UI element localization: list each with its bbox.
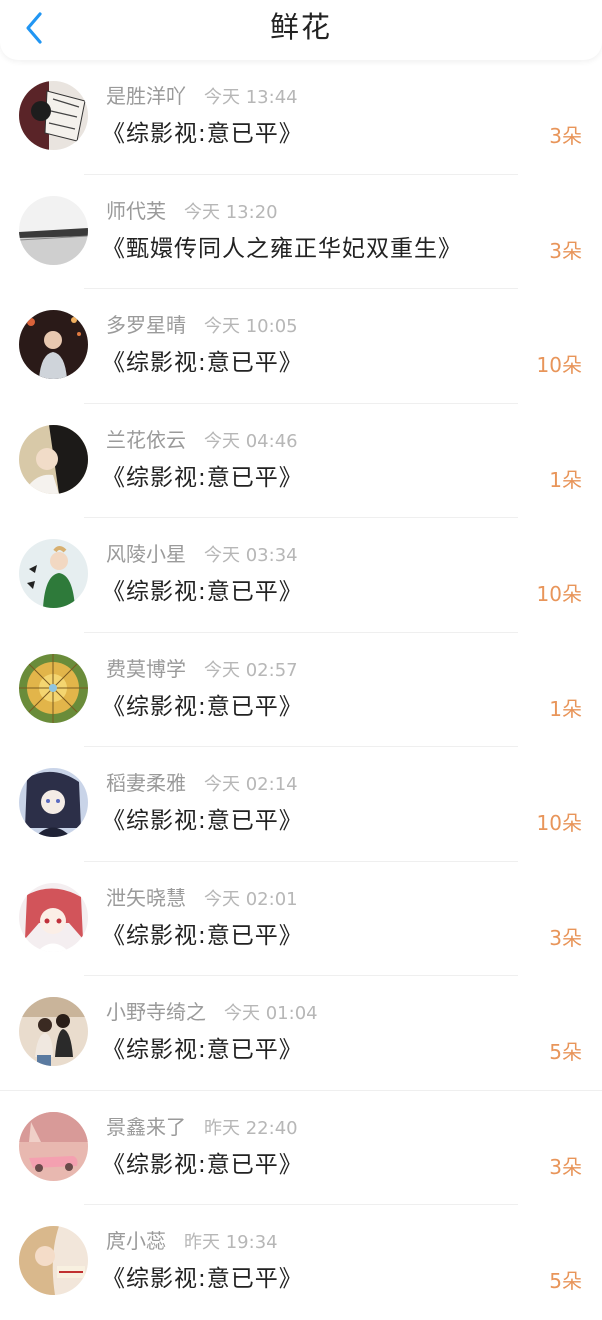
flower-count: 3朵 [549,124,582,148]
list-item[interactable]: 师代芙 今天 13:20 《甄嬛传同人之雍正华妃双重生》 3朵 [0,175,602,289]
username: 庹小蕊 [106,1229,166,1253]
flower-count: 3朵 [549,925,582,950]
list-item[interactable]: 小野寺绮之 今天 01:04 《综影视:意已平》 5朵 [0,976,602,1091]
book-title[interactable]: 《综影视:意已平》 [102,1262,303,1296]
avatar[interactable] [19,1226,88,1295]
avatar[interactable] [19,310,88,379]
list-item[interactable]: 风陵小星 今天 03:34 《综影视:意已平》 10朵 [0,518,602,633]
flower-count: 1朵 [549,467,582,492]
list-item[interactable]: 稻妻柔雅 今天 02:14 《综影视:意已平》 10朵 [0,747,602,862]
username: 稻妻柔雅 [106,771,186,795]
username: 多罗星晴 [106,313,186,337]
top-bar: 鲜花 [0,0,602,60]
book-title[interactable]: 《综影视:意已平》 [102,461,303,495]
list-item[interactable]: 费莫博学 今天 02:57 《综影视:意已平》 1朵 [0,633,602,747]
username: 师代芙 [106,198,166,223]
list-item[interactable]: 泄矢晓慧 今天 02:01 《综影视:意已平》 3朵 [0,862,602,976]
timestamp: 今天 01:04 [224,1003,318,1024]
avatar[interactable] [19,539,88,608]
book-title[interactable]: 《综影视:意已平》 [102,1033,303,1067]
list-item[interactable]: 庹小蕊 昨天 19:34 《综影视:意已平》 5朵 [0,1205,602,1320]
flower-count: 10朵 [536,353,582,377]
username: 泄矢晓慧 [106,885,186,910]
timestamp: 今天 02:01 [204,888,298,910]
timestamp: 昨天 19:34 [184,1232,278,1253]
flower-count: 10朵 [536,811,582,835]
book-title[interactable]: 《综影视:意已平》 [102,919,303,953]
avatar[interactable] [19,81,88,150]
username: 风陵小星 [106,542,186,566]
flower-count: 3朵 [549,238,582,263]
timestamp: 今天 02:14 [204,774,298,795]
timestamp: 今天 13:20 [184,201,278,223]
flower-count: 3朵 [549,1154,582,1179]
book-title[interactable]: 《综影视:意已平》 [102,117,303,151]
page-title: 鲜花 [269,10,332,44]
flower-count: 10朵 [536,582,582,606]
flower-count: 1朵 [549,696,582,721]
flower-count: 5朵 [549,1269,582,1293]
flower-list: 是胜洋吖 今天 13:44 《综影视:意已平》 3朵 师代芙 今天 13:20 《甄… [0,60,602,1320]
avatar[interactable] [19,882,88,952]
list-item[interactable]: 兰花依云 今天 04:46 《综影视:意已平》 1朵 [0,404,602,518]
book-title[interactable]: 《综影视:意已平》 [102,346,303,380]
timestamp: 今天 04:46 [204,430,298,452]
username: 兰花依云 [106,427,186,452]
avatar[interactable] [19,424,88,494]
book-title[interactable]: 《甄嬛传同人之雍正华妃双重生》 [102,232,462,266]
avatar[interactable] [19,1111,88,1181]
username: 费莫博学 [106,656,186,681]
username: 景鑫来了 [106,1114,186,1139]
book-title[interactable]: 《综影视:意已平》 [102,804,303,838]
list-item[interactable]: 多罗星晴 今天 10:05 《综影视:意已平》 10朵 [0,289,602,404]
list-item[interactable]: 景鑫来了 昨天 22:40 《综影视:意已平》 3朵 [0,1091,602,1205]
book-title[interactable]: 《综影视:意已平》 [102,1148,303,1182]
username: 是胜洋吖 [106,84,186,108]
username: 小野寺绮之 [106,1000,206,1024]
avatar[interactable] [19,653,88,723]
avatar[interactable] [19,997,88,1066]
book-title[interactable]: 《综影视:意已平》 [102,575,303,609]
avatar[interactable] [19,195,88,265]
timestamp: 今天 10:05 [204,316,298,337]
flower-count: 5朵 [549,1040,582,1064]
timestamp: 今天 03:34 [204,545,298,566]
timestamp: 今天 13:44 [204,87,298,108]
list-item[interactable]: 是胜洋吖 今天 13:44 《综影视:意已平》 3朵 [0,60,602,175]
book-title[interactable]: 《综影视:意已平》 [102,690,303,724]
timestamp: 昨天 22:40 [204,1117,298,1139]
avatar[interactable] [19,768,88,837]
timestamp: 今天 02:57 [204,659,298,681]
